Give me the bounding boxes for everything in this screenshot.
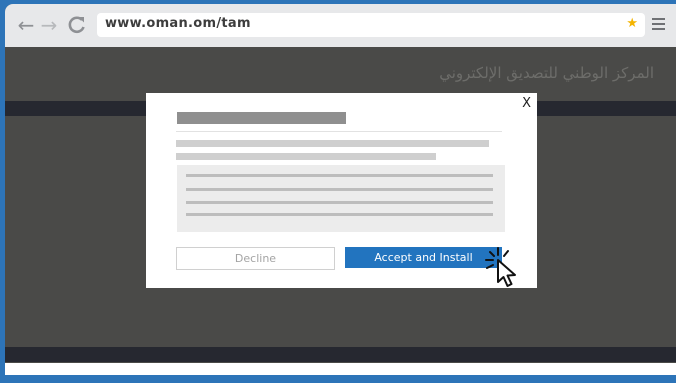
dialog-text-placeholder: [176, 153, 436, 160]
reload-icon[interactable]: [65, 14, 89, 36]
dialog-text-placeholder: [176, 140, 489, 147]
app-root: { "browser": { "url": "www.oman.om/tam",…: [0, 0, 676, 383]
back-arrow-icon[interactable]: ←: [15, 14, 37, 36]
content-line-placeholder: [186, 174, 493, 177]
content-line-placeholder: [186, 188, 493, 191]
dialog-title-placeholder: [177, 112, 346, 124]
url-text: www.oman.om/tam: [105, 16, 251, 31]
browser-toolbar: ← → www.oman.om/tam ★: [5, 4, 676, 47]
menu-line: [652, 23, 665, 25]
bookmark-star-icon[interactable]: ★: [626, 16, 638, 31]
reload-icon-graphic: [68, 16, 85, 34]
click-cursor-icon: [485, 247, 516, 287]
content-line-placeholder: [186, 201, 493, 204]
accept-and-install-button[interactable]: Accept and Install: [345, 247, 502, 268]
close-button[interactable]: X: [522, 96, 531, 111]
decline-button[interactable]: Decline: [176, 247, 335, 270]
install-dialog: X Decline Accept and Install: [146, 93, 537, 288]
page-title: المركز الوطني للتصديق الإلكتروني: [439, 64, 654, 82]
forward-arrow-icon[interactable]: →: [38, 14, 60, 36]
dialog-content-box: [177, 165, 505, 232]
window-bottom-edge: [5, 363, 676, 375]
address-bar[interactable]: www.oman.om/tam ★: [97, 13, 645, 37]
content-line-placeholder: [186, 213, 493, 216]
browser-menu-icon[interactable]: [652, 18, 665, 33]
menu-line: [652, 18, 665, 20]
dialog-divider: [176, 131, 502, 132]
menu-line: [652, 28, 665, 30]
footer-band: [5, 347, 676, 362]
